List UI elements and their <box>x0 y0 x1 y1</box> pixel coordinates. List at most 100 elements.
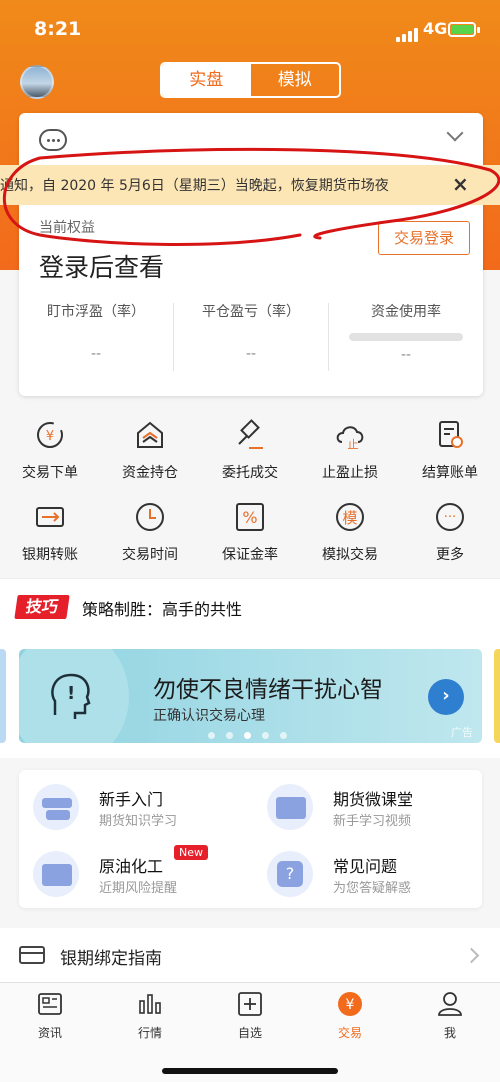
grid-item-settlement-bill[interactable]: 结算账单 <box>400 418 500 482</box>
tips-strip[interactable]: 技巧 策略制胜：高手的共性 <box>0 578 500 633</box>
tab-me[interactable]: 我 <box>400 991 500 1041</box>
stat-label: 平仓盈亏（率） <box>202 304 300 320</box>
grid-label: 银期转账 <box>22 547 78 563</box>
grid-label: 交易下单 <box>22 465 78 481</box>
yen-circle-icon: ¥ <box>338 992 362 1016</box>
battery-nub <box>477 27 480 33</box>
grid-item-margin-rate[interactable]: % 保证金率 <box>200 500 300 564</box>
close-icon[interactable]: × <box>452 172 469 196</box>
guide-subtitle: 新手学习视频 <box>333 814 412 829</box>
tab-watchlist[interactable]: 自选 <box>200 991 300 1041</box>
cloud-stop-icon: 止 <box>333 418 367 452</box>
battery-icon <box>448 22 476 37</box>
svg-text:¥: ¥ <box>346 997 355 1013</box>
bank-binding-guide[interactable]: 银期绑定指南 <box>0 928 500 982</box>
svg-text:止: 止 <box>348 438 359 451</box>
svg-text:%: % <box>242 508 257 527</box>
tab-label: 交易 <box>337 1026 362 1040</box>
board-icon <box>33 851 79 897</box>
guide-title: 新手入门 <box>99 790 164 809</box>
chevron-down-icon[interactable] <box>446 124 464 142</box>
grid-label: 委托成交 <box>222 465 278 481</box>
stat-value: -- <box>400 347 412 363</box>
grid-label: 更多 <box>436 547 464 563</box>
grid-item-simulated-trading[interactable]: 模 模拟交易 <box>300 500 400 564</box>
tab-simulation[interactable]: 模拟 <box>251 64 340 96</box>
bottom-tab-bar: 资讯 行情 自选 ¥ 交易 我 <box>0 982 500 1082</box>
signal-icon <box>396 23 420 42</box>
tab-label: 我 <box>443 1026 456 1040</box>
banner[interactable]: ! 勿使不良情绪干扰心智 正确认识交易心理 › 广告 <box>19 649 482 743</box>
guide-title: 原油化工 <box>99 857 164 876</box>
trade-login-button[interactable]: 交易登录 <box>378 221 470 255</box>
grid-item-orders-fills[interactable]: 委托成交 <box>200 418 300 482</box>
tab-news[interactable]: 资讯 <box>0 991 100 1041</box>
guide-item-micro-class[interactable]: 期货微课堂 新手学习视频 <box>253 784 473 834</box>
guide-title: 期货微课堂 <box>333 790 414 809</box>
account-card: 通知，自 2020 年 5月6日（星期三）当晚起，恢复期货市场夜 × 当前权益 … <box>0 113 500 396</box>
grid-item-more[interactable]: ··· 更多 <box>400 500 500 564</box>
grid-label: 止盈止损 <box>322 465 378 481</box>
guide-item-crude-chemicals[interactable]: 原油化工 New 近期风险提醒 <box>19 845 239 901</box>
tab-label: 资讯 <box>37 1026 62 1040</box>
banner-subtitle: 正确认识交易心理 <box>153 708 265 724</box>
banner-carousel: ! 勿使不良情绪干扰心智 正确认识交易心理 › 广告 <box>0 633 500 758</box>
tab-real[interactable]: 实盘 <box>162 64 251 96</box>
video-board-icon <box>267 784 313 830</box>
banner-arrow-button[interactable]: › <box>428 679 464 715</box>
svg-text:模: 模 <box>342 509 357 527</box>
more-icon: ··· <box>433 500 467 534</box>
signpost-icon <box>33 784 79 830</box>
stat-fund-usage: 资金使用率 -- <box>329 301 483 363</box>
stat-closed-pnl: 平仓盈亏（率） -- <box>174 301 328 362</box>
grid-label: 保证金率 <box>222 547 278 563</box>
notice-text: 通知，自 2020 年 5月6日（星期三）当晚起，恢复期货市场夜 <box>0 178 389 194</box>
tips-title: 策略制胜：高手的共性 <box>82 600 243 619</box>
svg-text:···: ··· <box>444 510 456 525</box>
banner-peek-right[interactable] <box>494 649 500 743</box>
card-icon <box>19 946 45 964</box>
guide-subtitle: 为您答疑解惑 <box>333 881 412 896</box>
bank-guide-label: 银期绑定指南 <box>60 949 162 969</box>
grid-label: 结算账单 <box>422 465 478 481</box>
mode-segment: 实盘 模拟 <box>160 62 341 98</box>
guide-item-beginner[interactable]: 新手入门 期货知识学习 <box>19 784 239 834</box>
stat-value: -- <box>245 346 257 362</box>
bank-card-icon <box>33 500 67 534</box>
chevron-right-icon <box>463 947 480 964</box>
message-icon[interactable] <box>39 129 67 151</box>
notice-bar[interactable]: 通知，自 2020 年 5月6日（星期三）当晚起，恢复期货市场夜 × <box>0 165 500 205</box>
svg-text:!: ! <box>67 683 75 704</box>
stat-label: 资金使用率 <box>371 304 441 320</box>
stat-floating-pnl: 盯市浮盈（率） -- <box>19 301 173 362</box>
bill-search-icon <box>433 418 467 452</box>
tab-label: 自选 <box>237 1026 262 1040</box>
guide-title: 常见问题 <box>333 857 398 876</box>
grid-item-trade-order[interactable]: ¥ 交易下单 <box>0 418 100 482</box>
status-time: 8:21 <box>34 18 82 40</box>
percent-icon: % <box>233 500 267 534</box>
equity-label: 当前权益 <box>39 220 95 236</box>
tab-quotes[interactable]: 行情 <box>100 991 200 1041</box>
avatar[interactable] <box>20 65 54 99</box>
head-thinking-icon: ! <box>51 673 91 719</box>
guide-panel: 新手入门 期货知识学习 期货微课堂 新手学习视频 原油化工 New 近期风险提醒… <box>19 770 482 908</box>
grid-item-stop-profit-loss[interactable]: 止 止盈止损 <box>300 418 400 482</box>
network-label: 4G <box>423 19 448 38</box>
grid-item-bank-transfer[interactable]: 银期转账 <box>0 500 100 564</box>
guide-item-faq[interactable]: ? 常见问题 为您答疑解惑 <box>253 851 473 901</box>
grid-label: 交易时间 <box>122 547 178 563</box>
chart-bars-icon <box>139 994 161 1014</box>
clock-icon <box>133 500 167 534</box>
news-icon <box>38 993 62 1015</box>
banner-peek-left[interactable] <box>0 649 6 743</box>
grid-item-funds-position[interactable]: 资金持仓 <box>100 418 200 482</box>
stat-label: 盯市浮盈（率） <box>47 304 145 320</box>
ad-label: 广告 <box>451 726 473 739</box>
home-indicator <box>162 1068 338 1074</box>
tips-badge: 技巧 <box>14 595 70 619</box>
plus-square-icon <box>238 992 262 1016</box>
grid-item-trading-hours[interactable]: 交易时间 <box>100 500 200 564</box>
person-icon <box>438 992 462 1016</box>
tab-trade[interactable]: ¥ 交易 <box>300 991 400 1041</box>
